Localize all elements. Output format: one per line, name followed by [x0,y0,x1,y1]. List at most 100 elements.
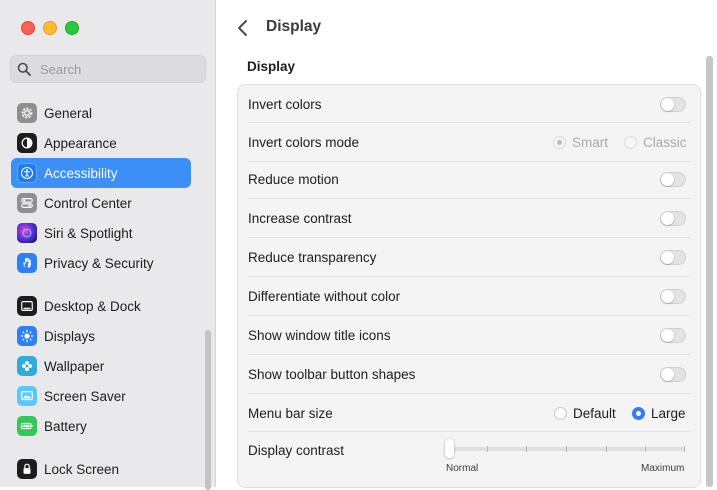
wallpaper-icon [17,356,37,376]
increase-contrast-row: Increase contrast [238,207,700,229]
radio-button[interactable] [554,406,567,420]
sidebar-item-lock-screen[interactable]: Lock Screen [11,454,191,484]
reduce-transparency-row: Reduce transparency [238,246,700,268]
sidebar-scrollbar[interactable] [205,330,211,490]
sidebar-item-label: Screen Saver [44,388,126,404]
menu-bar-default-option[interactable]: Default [554,406,616,421]
sidebar-item-battery[interactable]: Battery [11,411,191,441]
toggle-knob [661,211,674,225]
display-contrast-label: Display contrast [248,442,345,458]
sidebar-item-accessibility[interactable]: Accessibility [11,158,191,188]
sidebar-item-label: Control Center [44,195,132,211]
slider-tick [606,446,607,452]
sidebar-item-general[interactable]: General [11,98,191,128]
divider [248,237,690,238]
invert-colors-toggle[interactable] [660,96,686,112]
invert-mode-classic-option[interactable]: Classic [624,135,687,150]
show-window-title-icons-row: Show window title icons [238,324,700,346]
section-title: Display [247,59,296,74]
show-toolbar-button-shapes-label: Show toolbar button shapes [248,366,416,382]
increase-contrast-toggle[interactable] [660,210,686,226]
radio-button[interactable] [632,406,645,420]
toggle-knob [661,172,674,186]
sidebar-item-privacy-security[interactable]: Privacy & Security [11,248,191,278]
sidebar-item-siri-spotlight[interactable]: Siri & Spotlight [11,218,191,248]
menu-bar-size-label: Menu bar size [248,405,333,421]
toolbar: Display [216,0,717,54]
differentiate-without-color-label: Differentiate without color [248,288,401,304]
screensaver-icon [17,386,37,406]
sidebar-item-label: Privacy & Security [44,255,154,271]
menu-bar-size-row: Menu bar size Default Large [238,402,700,424]
sidebar-item-label: Battery [44,418,87,434]
toggle-knob [661,367,674,381]
sidebar-item-label: Accessibility [44,165,118,181]
accessibility-icon [17,163,37,183]
sidebar-item-screen-saver[interactable]: Screen Saver [11,381,191,411]
radio-button[interactable] [624,135,637,149]
reduce-motion-toggle[interactable] [660,171,686,187]
sidebar-item-displays[interactable]: Displays [11,321,191,351]
search-field[interactable] [10,55,206,83]
dock-icon [17,296,37,316]
invert-colors-label: Invert colors [248,96,322,112]
main-content: Display Display Invert colors Invert col… [216,0,717,488]
divider [248,276,690,277]
sidebar-item-desktop-dock[interactable]: Desktop & Dock [11,291,191,321]
increase-contrast-label: Increase contrast [248,210,352,226]
slider-tick [487,446,488,452]
sidebar-item-label: General [44,105,93,121]
display-contrast-slider-thumb[interactable] [445,439,454,458]
sidebar-item-wallpaper[interactable]: Wallpaper [11,351,191,381]
radio-label: Large [651,405,686,421]
show-toolbar-button-shapes-toggle[interactable] [660,366,686,382]
reduce-transparency-toggle[interactable] [660,249,686,265]
hand-icon [17,253,37,273]
gear-icon [17,103,37,123]
divider [248,354,690,355]
radio-button[interactable] [553,135,566,149]
sidebar-item-control-center[interactable]: Control Center [11,188,191,218]
battery-icon [17,416,37,436]
reduce-motion-row: Reduce motion [238,168,700,190]
divider [248,431,690,432]
toggle-knob [661,328,674,342]
display-settings-panel: Invert colors Invert colors mode Smart C… [237,84,701,488]
divider [248,393,690,394]
show-toolbar-button-shapes-row: Show toolbar button shapes [238,363,700,385]
slider-min-label: Normal [446,463,479,474]
slider-max-label: Maximum [641,463,685,474]
menu-bar-large-option[interactable]: Large [632,406,686,421]
radio-label: Smart [572,134,609,150]
reduce-motion-label: Reduce motion [248,171,339,187]
sidebar-item-label: Siri & Spotlight [44,225,133,241]
minimize-window-button[interactable] [43,21,57,35]
divider [248,122,690,123]
search-input[interactable] [38,60,202,78]
control-center-icon [17,193,37,213]
sidebar-item-label: Desktop & Dock [44,298,141,314]
sidebar: General Appearance Accessibility Control… [0,0,216,490]
sidebar-item-appearance[interactable]: Appearance [11,128,191,158]
siri-icon [17,223,37,243]
sidebar-item-label: Displays [44,328,96,344]
toggle-knob [661,289,674,303]
content-scrollbar[interactable] [706,56,713,487]
close-window-button[interactable] [21,21,35,35]
page-title: Display [266,18,322,35]
sun-icon [17,326,37,346]
invert-colors-mode-label: Invert colors mode [248,134,360,150]
slider-tick [566,446,567,452]
window-controls [21,21,79,35]
divider [248,198,690,199]
search-icon [17,62,31,76]
differentiate-without-color-toggle[interactable] [660,288,686,304]
sidebar-item-label: Lock Screen [44,461,120,477]
show-window-title-icons-label: Show window title icons [248,327,391,343]
show-window-title-icons-toggle[interactable] [660,327,686,343]
differentiate-without-color-row: Differentiate without color [238,285,700,307]
zoom-window-button[interactable] [65,21,79,35]
appearance-icon [17,133,37,153]
back-chevron-icon[interactable] [236,18,250,38]
invert-mode-smart-option[interactable]: Smart [553,135,608,150]
